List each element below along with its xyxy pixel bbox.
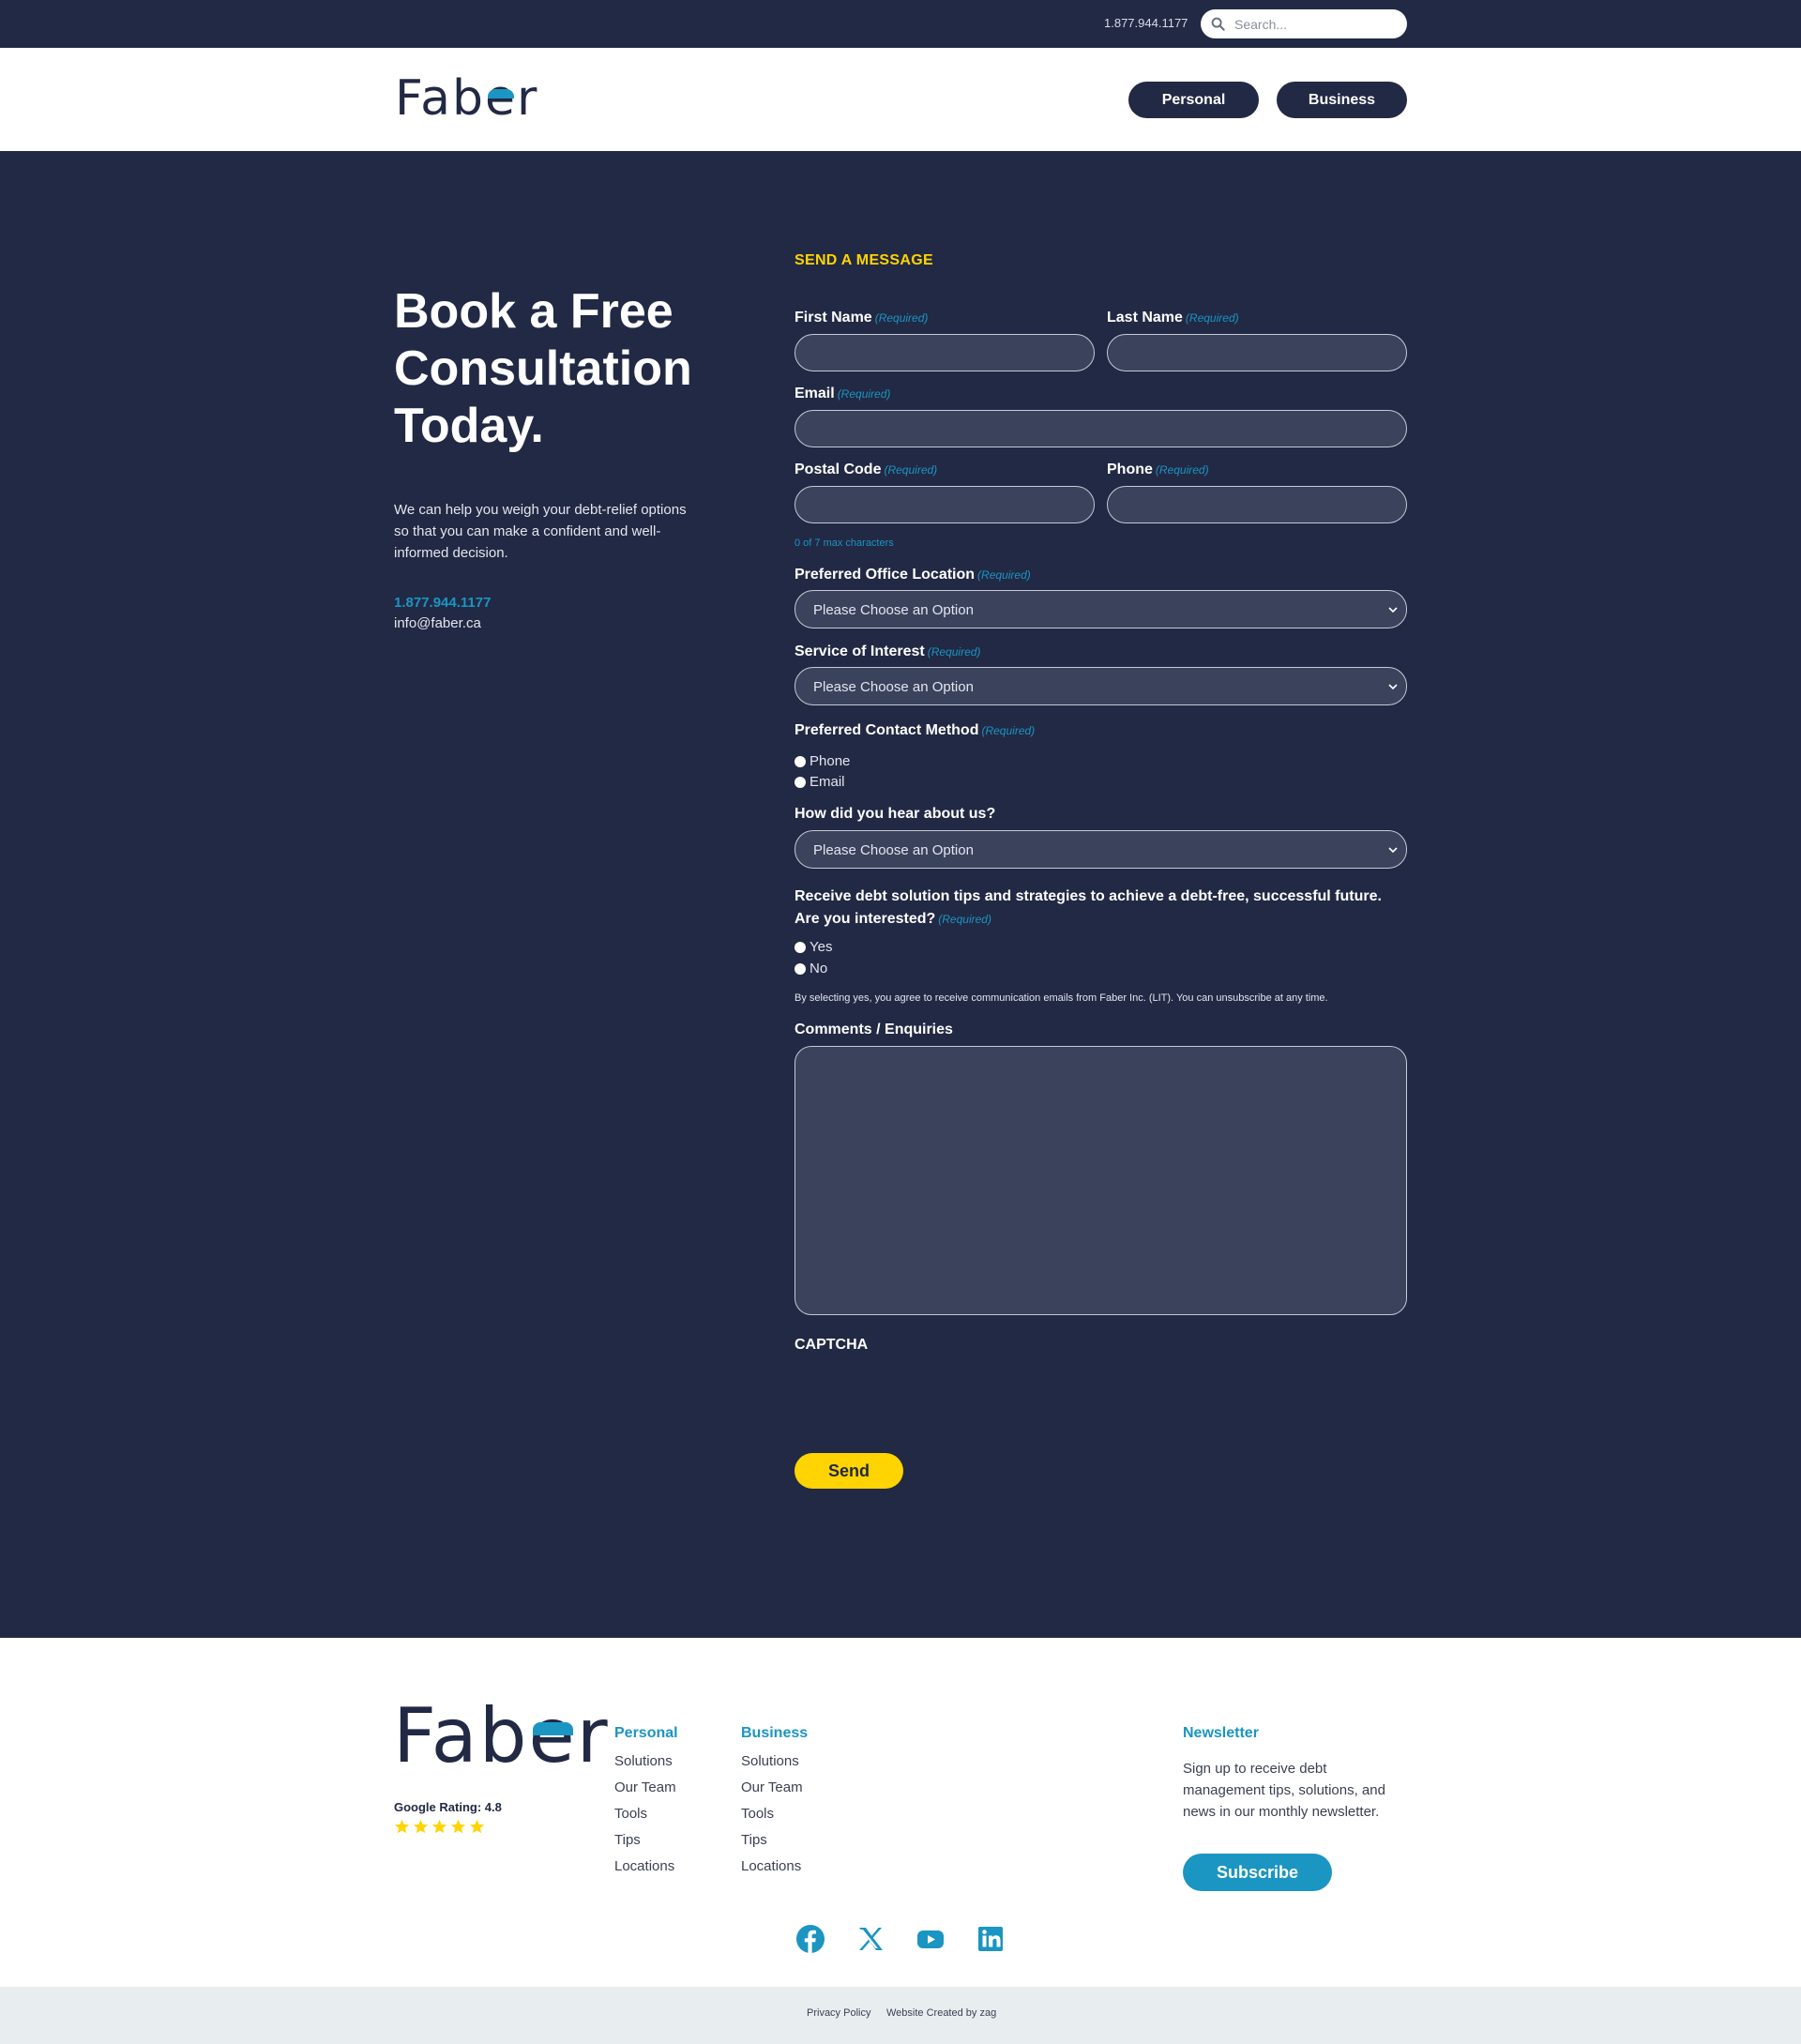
subscribe-button[interactable]: Subscribe bbox=[1183, 1854, 1332, 1891]
star-icon bbox=[413, 1819, 429, 1834]
tips-question-label: Receive debt solution tips and strategie… bbox=[795, 888, 1382, 927]
star-icon bbox=[469, 1819, 485, 1834]
newsletter-title: Newsletter bbox=[1183, 1725, 1259, 1741]
comments-textarea[interactable] bbox=[795, 1046, 1407, 1315]
chevron-down-icon bbox=[1388, 847, 1398, 854]
star-icon bbox=[394, 1819, 410, 1834]
footer-personal-solutions[interactable]: Solutions bbox=[614, 1753, 673, 1769]
footer-personal-team[interactable]: Our Team bbox=[614, 1779, 676, 1795]
star-icon bbox=[431, 1819, 447, 1834]
footer-business-team[interactable]: Our Team bbox=[741, 1779, 803, 1795]
faber-logo[interactable]: Faber bbox=[395, 70, 538, 127]
linkedin-icon[interactable] bbox=[976, 1924, 1006, 1954]
search-icon bbox=[1211, 17, 1225, 31]
page-title: Book a Free Consultation Today. bbox=[394, 284, 692, 453]
footer-business-locations[interactable]: Locations bbox=[741, 1858, 801, 1874]
contact-phone-link[interactable]: 1.877.944.1177 bbox=[394, 595, 491, 611]
footer-personal-tools[interactable]: Tools bbox=[614, 1806, 647, 1822]
top-phone-link[interactable]: 1.877.944.1177 bbox=[1104, 16, 1188, 30]
google-rating: Google Rating: 4.8 bbox=[394, 1800, 502, 1814]
tips-yes-radio[interactable]: Yes bbox=[795, 939, 832, 955]
youtube-icon[interactable] bbox=[916, 1924, 946, 1954]
service-label: Service of Interest (Required) bbox=[795, 643, 981, 659]
contact-email-radio[interactable]: Email bbox=[795, 774, 845, 790]
site-credit-link[interactable]: Website Created by zag bbox=[886, 2007, 996, 2019]
footer-business-solutions[interactable]: Solutions bbox=[741, 1753, 799, 1769]
contact-method-label: Preferred Contact Method (Required) bbox=[795, 722, 1036, 738]
last-name-field[interactable] bbox=[1107, 334, 1407, 371]
phone-label: Phone (Required) bbox=[1107, 462, 1209, 477]
x-icon[interactable] bbox=[855, 1924, 885, 1954]
footer-business-title[interactable]: Business bbox=[741, 1725, 808, 1742]
hero-description: We can help you weigh your debt-relief o… bbox=[394, 502, 687, 561]
postal-code-field[interactable] bbox=[795, 486, 1095, 523]
postal-code-label: Postal Code (Required) bbox=[795, 462, 938, 477]
chevron-down-icon bbox=[1388, 684, 1398, 690]
hear-about-select[interactable]: Please Choose an Option bbox=[795, 830, 1407, 869]
email-field[interactable] bbox=[795, 410, 1407, 447]
privacy-policy-link[interactable]: Privacy Policy bbox=[807, 2007, 870, 2019]
top-utility-bar: 1.877.944.1177 Search... bbox=[0, 0, 1801, 48]
phone-field[interactable] bbox=[1107, 486, 1407, 523]
service-select[interactable]: Please Choose an Option bbox=[795, 667, 1407, 705]
tips-no-radio[interactable]: No bbox=[795, 961, 827, 977]
contact-email-link[interactable]: info@faber.ca bbox=[394, 615, 481, 631]
bottom-bar: Privacy Policy Website Created by zag bbox=[0, 1987, 1801, 2044]
captcha-label: CAPTCHA bbox=[795, 1337, 869, 1353]
email-label: Email (Required) bbox=[795, 386, 891, 401]
search-box[interactable]: Search... bbox=[1201, 9, 1407, 38]
rating-stars bbox=[394, 1819, 485, 1835]
site-footer: Faber Google Rating: 4.8 Personal Soluti… bbox=[0, 1638, 1801, 1987]
site-header: Faber Personal Business bbox=[0, 48, 1801, 151]
last-name-label: Last Name (Required) bbox=[1107, 310, 1239, 326]
footer-business-tools[interactable]: Tools bbox=[741, 1806, 774, 1822]
contact-phone-radio[interactable]: Phone bbox=[795, 753, 850, 769]
nav-personal-button[interactable]: Personal bbox=[1128, 82, 1259, 118]
postal-char-counter: 0 of 7 max characters bbox=[795, 537, 894, 549]
first-name-field[interactable] bbox=[795, 334, 1095, 371]
footer-personal-tips[interactable]: Tips bbox=[614, 1832, 641, 1848]
newsletter-text: Sign up to receive debt management tips,… bbox=[1183, 1761, 1385, 1820]
search-input[interactable]: Search... bbox=[1234, 17, 1287, 32]
first-name-label: First Name (Required) bbox=[795, 310, 929, 326]
footer-personal-title[interactable]: Personal bbox=[614, 1725, 678, 1742]
tips-disclaimer: By selecting yes, you agree to receive c… bbox=[795, 992, 1328, 1004]
nav-business-button[interactable]: Business bbox=[1277, 82, 1407, 118]
office-location-label: Preferred Office Location (Required) bbox=[795, 567, 1031, 583]
footer-personal-locations[interactable]: Locations bbox=[614, 1858, 674, 1874]
footer-business-tips[interactable]: Tips bbox=[741, 1832, 767, 1848]
form-section-title: SEND A MESSAGE bbox=[795, 252, 933, 268]
facebook-icon[interactable] bbox=[795, 1924, 825, 1954]
comments-label: Comments / Enquiries bbox=[795, 1022, 953, 1037]
hear-about-label: How did you hear about us? bbox=[795, 806, 996, 822]
send-button[interactable]: Send bbox=[795, 1453, 903, 1489]
footer-faber-logo[interactable]: Faber bbox=[393, 1694, 610, 1779]
chevron-down-icon bbox=[1388, 607, 1398, 613]
office-location-select[interactable]: Please Choose an Option bbox=[795, 590, 1407, 628]
star-icon bbox=[450, 1819, 466, 1834]
